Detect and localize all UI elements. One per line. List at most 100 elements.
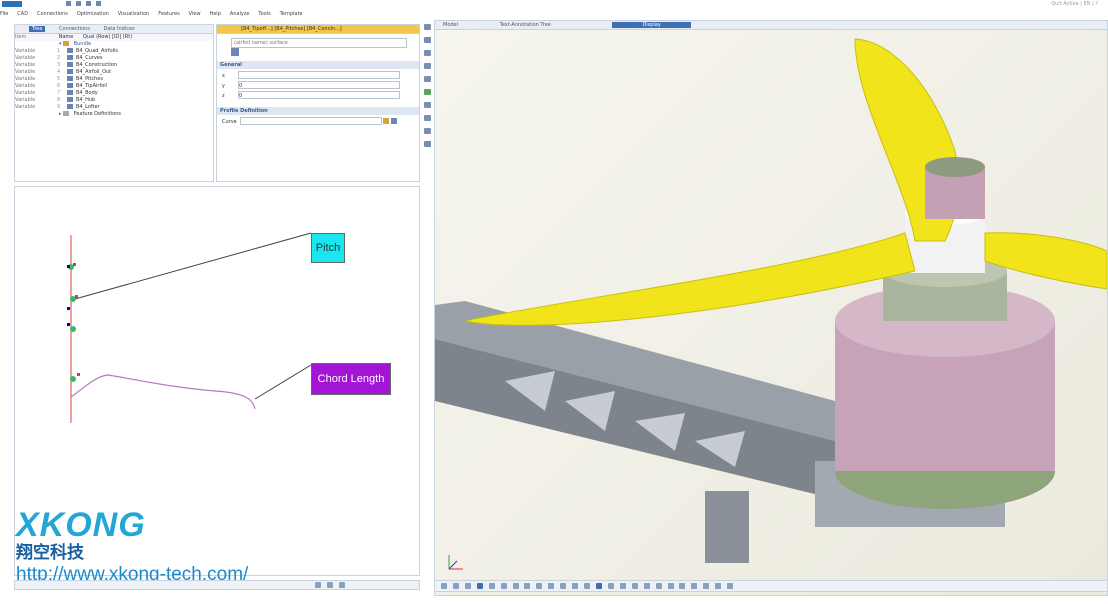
- tree-items: Variable 1 B4_Quad_Airfoils Variable 2 B4_Cur…: [15, 48, 213, 111]
- viewport-tool-icon[interactable]: [715, 582, 722, 589]
- viewport-tool-icon[interactable]: [595, 582, 602, 589]
- menu-visualization[interactable]: Visualization: [118, 9, 150, 19]
- viewport-tool-icon[interactable]: [464, 582, 471, 589]
- viewport-tool-icon[interactable]: [727, 582, 734, 589]
- viewport-tool-icon[interactable]: [572, 582, 579, 589]
- arm-foot: [705, 491, 749, 563]
- menu-template[interactable]: Template: [280, 9, 303, 19]
- menu-file[interactable]: File: [0, 9, 8, 19]
- viewport-tool-icon[interactable]: [548, 582, 555, 589]
- view-tool-icon[interactable]: [424, 102, 431, 108]
- viewport-tool-icon[interactable]: [679, 582, 686, 589]
- search-input[interactable]: [231, 38, 407, 48]
- company-name: 翔空科技: [16, 543, 84, 563]
- menu-features[interactable]: Features: [158, 9, 180, 19]
- pan-tool-icon[interactable]: [326, 581, 333, 588]
- viewport-tool-icon[interactable]: [691, 582, 698, 589]
- field-x-input[interactable]: [238, 71, 400, 79]
- field-y-label: y: [222, 82, 225, 89]
- zoom-tool-icon[interactable]: [315, 581, 321, 588]
- tree-item-type: Variable: [15, 69, 36, 75]
- tab-data-indices[interactable]: Data Indices: [104, 26, 135, 32]
- tree-item-type: Variable: [15, 90, 36, 96]
- fit-tool-icon[interactable]: [338, 581, 345, 588]
- viewport-tool-icon[interactable]: [500, 582, 507, 589]
- view-tool-icon[interactable]: [424, 63, 431, 69]
- search-icon[interactable]: [231, 48, 239, 56]
- tab-connections[interactable]: Connections: [59, 26, 90, 32]
- viewport-tool-icon[interactable]: [512, 582, 519, 589]
- tab-tree[interactable]: Tree: [29, 26, 46, 32]
- viewport-tool-icon[interactable]: [452, 582, 459, 589]
- quick-access-toolbar: Quit Active | EN | ?: [0, 0, 1108, 8]
- view-tool-icon[interactable]: [424, 128, 431, 134]
- field-z-value: 0: [239, 93, 243, 99]
- variable-icon: [67, 48, 73, 53]
- viewport-tool-icon[interactable]: [584, 582, 591, 589]
- viewport-tool-icon[interactable]: [476, 582, 483, 589]
- viewport-tool-icon[interactable]: [488, 582, 495, 589]
- tree-root-label: Bundle: [73, 41, 92, 47]
- viewport-tool-icon[interactable]: [619, 582, 626, 589]
- viewport-tool-icon[interactable]: [655, 582, 662, 589]
- viewport-tool-icon[interactable]: [441, 582, 447, 589]
- field-x: x: [222, 71, 419, 79]
- tree-item[interactable]: Variable 4 B4_Airfoil_Out: [15, 69, 213, 76]
- view-tool-icon[interactable]: [424, 76, 431, 82]
- redo-icon[interactable]: [86, 1, 91, 6]
- tree-panel: Tree Connections Data Indices Item Name …: [14, 24, 214, 182]
- edit-icon[interactable]: [390, 118, 397, 124]
- viewport-tool-icon[interactable]: [667, 582, 674, 589]
- properties-tab-title[interactable]: [B4_Tipoff...] [B4_Pitches] [B4_ConcIn..…: [241, 26, 342, 32]
- tree-item-number: 4: [57, 69, 61, 75]
- tree-item[interactable]: Variable 3 B4_Construction: [15, 62, 213, 69]
- viewport[interactable]: Model Text-Annotation Tree Display: [434, 20, 1108, 596]
- tree-item[interactable]: Variable 9 B4_Lofter: [15, 104, 213, 111]
- view-tool-icon[interactable]: [424, 141, 431, 147]
- viewport-tool-icon[interactable]: [560, 582, 567, 589]
- field-y-input[interactable]: 0: [238, 81, 400, 89]
- section-profile[interactable]: Profile Definition: [217, 107, 419, 115]
- tree-item[interactable]: Variable 5 B4_Pitches: [15, 76, 213, 83]
- view-tool-icon[interactable]: [424, 24, 431, 30]
- tree-root[interactable]: ▾ Bundle: [15, 41, 213, 48]
- view-tool-icon[interactable]: [424, 37, 431, 43]
- viewport-tool-icon[interactable]: [703, 582, 710, 589]
- menu-optimization[interactable]: Optimization: [77, 9, 109, 19]
- profile-curve-select[interactable]: [239, 117, 382, 125]
- menu-help[interactable]: Help: [209, 9, 220, 19]
- tree-item[interactable]: Variable 7 B4_Body: [15, 90, 213, 97]
- tree-item[interactable]: Variable 1 B4_Quad_Airfoils: [15, 48, 213, 55]
- viewport-tool-icon[interactable]: [536, 582, 543, 589]
- save-icon[interactable]: [66, 1, 71, 6]
- menu-connections[interactable]: Connections: [37, 9, 68, 19]
- viewport-tool-icon[interactable]: [607, 582, 614, 589]
- app-logo: [2, 1, 22, 7]
- view-tool-icon[interactable]: [424, 115, 431, 121]
- settings-icon[interactable]: [96, 1, 101, 6]
- variable-icon: [67, 76, 73, 81]
- tree-footer-item[interactable]: ▸ Feature Definitions: [15, 111, 213, 118]
- menu-cad[interactable]: CAD: [17, 9, 28, 19]
- tree-item-label: B4_Lofter: [76, 104, 100, 110]
- section-marker[interactable]: [67, 295, 78, 310]
- section-general[interactable]: General: [217, 61, 419, 69]
- view-tool-icon[interactable]: [424, 89, 431, 95]
- field-z-input[interactable]: 0: [238, 91, 400, 99]
- section-marker[interactable]: [67, 263, 76, 270]
- chord-length-label[interactable]: Chord Length: [311, 363, 391, 395]
- menu-analyze[interactable]: Analyze: [230, 9, 250, 19]
- undo-icon[interactable]: [76, 1, 81, 6]
- viewport-tool-icon[interactable]: [524, 582, 531, 589]
- viewport-tool-icon[interactable]: [643, 582, 650, 589]
- pick-icon[interactable]: [383, 118, 390, 124]
- tree-item[interactable]: Variable 8 B4_Hub: [15, 97, 213, 104]
- variable-icon: [67, 104, 73, 109]
- tree-item[interactable]: Variable 2 B4_Curves: [15, 55, 213, 62]
- view-tool-icon[interactable]: [424, 50, 431, 56]
- pitch-label[interactable]: Pitch: [311, 233, 345, 263]
- viewport-tool-icon[interactable]: [631, 582, 638, 589]
- tree-item[interactable]: Variable 6 B4_TipAirfoil: [15, 83, 213, 90]
- menu-tools[interactable]: Tools: [258, 9, 270, 19]
- menu-view[interactable]: View: [189, 9, 201, 19]
